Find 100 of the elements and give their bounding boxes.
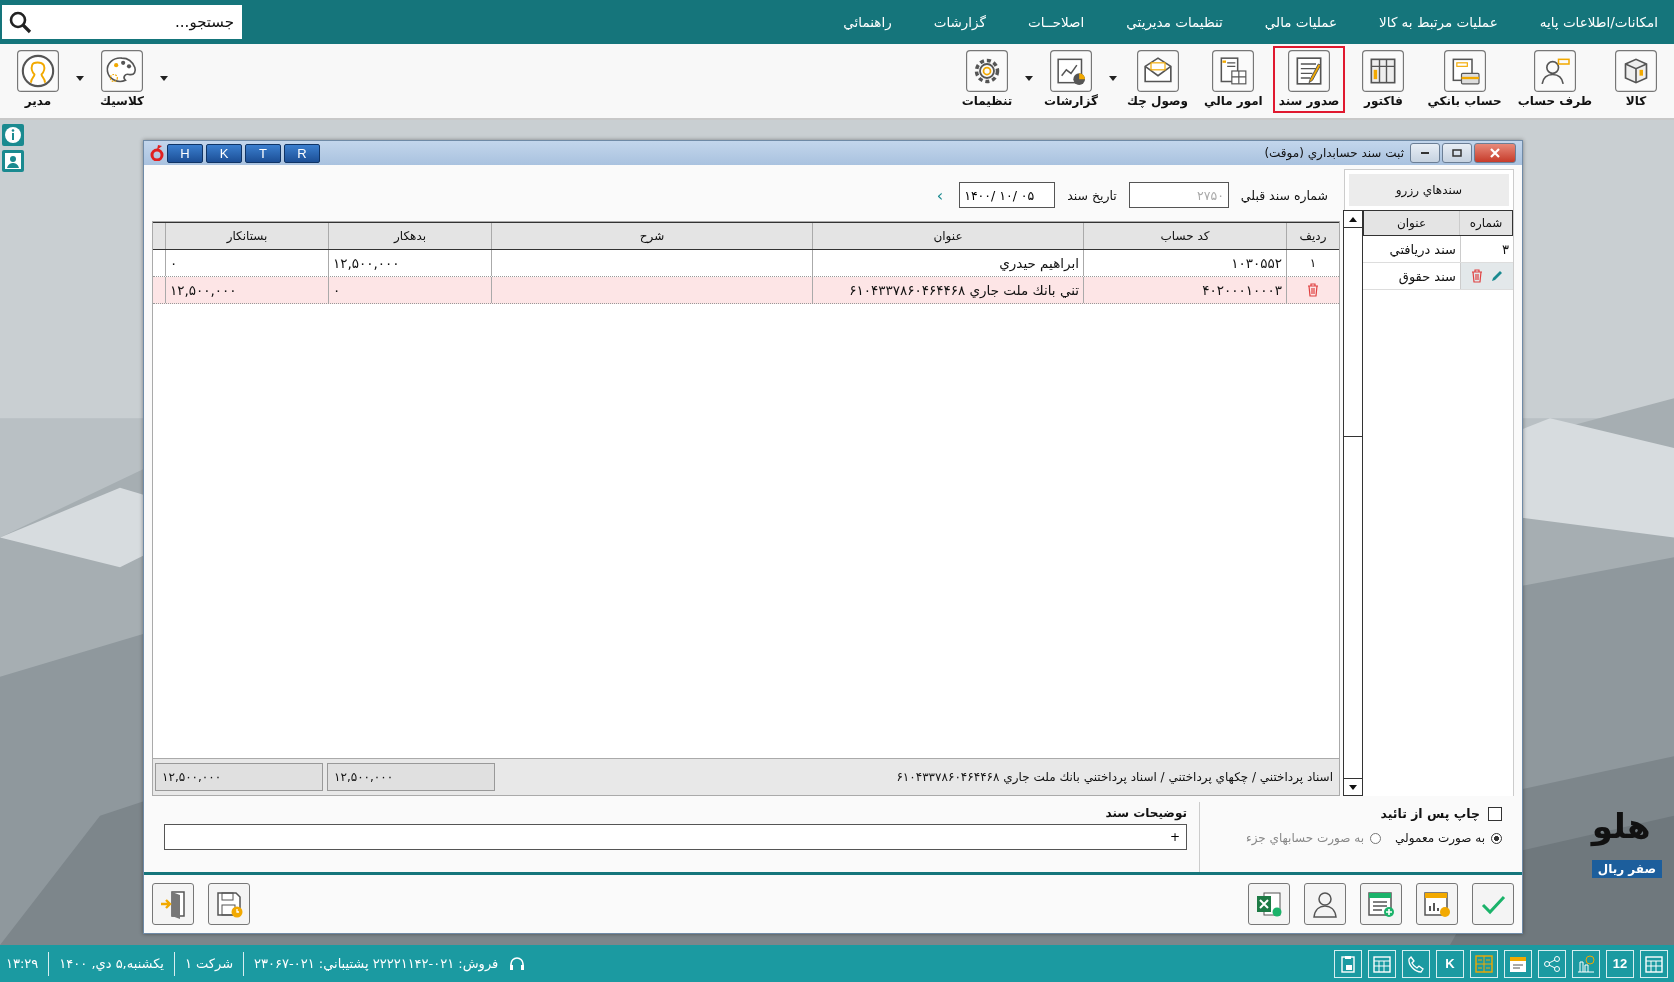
- radio-button[interactable]: [1491, 832, 1502, 844]
- table-cell: ۱۲,۵۰۰,۰۰۰: [328, 250, 491, 276]
- clipboard-icon[interactable]: [1334, 949, 1362, 978]
- toolbar-button[interactable]: كلاسيك: [88, 46, 156, 113]
- date-field[interactable]: ۱۴۰۰/ ۱۰/ ۰۵: [959, 182, 1056, 208]
- column-header[interactable]: بستانكار: [165, 223, 328, 249]
- close-button[interactable]: [1474, 143, 1516, 163]
- calc-icon[interactable]: [1470, 949, 1498, 978]
- toolbar-button[interactable]: تنظيمات: [953, 46, 1021, 113]
- company-name: شرکت ۱: [184, 956, 234, 971]
- toolbar-button[interactable]: مدير: [4, 46, 72, 113]
- maximize-button[interactable]: [1442, 143, 1472, 163]
- headset-icon: [508, 954, 527, 973]
- dropdown-arrow-icon[interactable]: [160, 76, 168, 81]
- toolbar-button[interactable]: فاكتور: [1349, 46, 1418, 113]
- table-cell: ۱: [1286, 250, 1339, 276]
- spreadsheet-export-icon: [1254, 889, 1284, 919]
- app-logo-icon: [150, 145, 164, 161]
- scroll-up-icon[interactable]: [1349, 216, 1357, 222]
- table-cell: ۰: [165, 250, 328, 276]
- list-add-icon: [1366, 889, 1396, 919]
- print-checkbox[interactable]: [1488, 806, 1502, 821]
- field-label: تاريخ سند: [1067, 187, 1117, 203]
- profile-icon[interactable]: [2, 150, 24, 172]
- toolbar-button[interactable]: گزارشات: [1037, 46, 1105, 113]
- grid-icon[interactable]: [1368, 949, 1396, 978]
- report-button[interactable]: [1416, 883, 1458, 925]
- save-draft-button[interactable]: [208, 883, 250, 925]
- column-header[interactable]: شماره: [1459, 211, 1512, 235]
- dropdown-arrow-icon[interactable]: [1109, 76, 1117, 81]
- clock-icon[interactable]: [1572, 949, 1600, 978]
- table-cell: ۰: [328, 277, 491, 303]
- exit-button[interactable]: [152, 883, 194, 925]
- key-button[interactable]: H: [167, 143, 203, 163]
- contact-info: فروش: ۰۲۱-۲۲۲۲۱۱۴۲ پشتيباني: ۰۲۱-۲۳۰۶۷: [254, 956, 499, 971]
- column-header[interactable]: عنوان: [812, 223, 1083, 249]
- column-header[interactable]: شرح: [491, 223, 812, 249]
- toolbar-button[interactable]: وصول چك: [1121, 46, 1194, 113]
- reserved-documents-button[interactable]: سندهاي رزرو: [1349, 174, 1509, 206]
- minimize-button[interactable]: [1410, 143, 1440, 163]
- dropdown-arrow-icon[interactable]: [76, 76, 84, 81]
- menu-item[interactable]: عمليات مرتبط به كالا: [1379, 14, 1498, 30]
- balance-label: صفر ريال: [1591, 860, 1662, 878]
- grid-icon[interactable]: [1640, 949, 1668, 978]
- dropdown-arrow-icon[interactable]: [1025, 76, 1033, 81]
- table-row[interactable]: ۴۰۲۰۰۰۱۰۰۰۳ تني بانك ملت جاري ۶۱۰۴۳۳۷۸۶۰۴۶۴۴۶۸ ۰ ۱۲,۵۰۰,۰۰۰: [153, 277, 1339, 304]
- search-field[interactable]: جستجو...: [2, 5, 242, 39]
- note-icon[interactable]: [1504, 949, 1532, 978]
- edit-icon[interactable]: [1490, 269, 1504, 283]
- toolbar-button[interactable]: صدور سند: [1272, 46, 1346, 113]
- account-path: اسناد پرداختني / چكهاي پرداختني / اسناد پرداختني بانك ملت جاري ۶۱۰۴۳۳۷۸۶۰۴۶۴۴۶۸: [895, 770, 1334, 784]
- scrollbar[interactable]: [1343, 210, 1363, 796]
- checkbox-label: چاپ پس از تائيد: [1380, 806, 1480, 821]
- menu-item[interactable]: عمليات مالي: [1264, 14, 1338, 30]
- key-button[interactable]: K: [206, 143, 242, 163]
- key-button[interactable]: R: [284, 143, 320, 163]
- notes-field[interactable]: +: [164, 824, 1187, 850]
- column-header[interactable]: كد حساب: [1083, 223, 1286, 249]
- brand-logo: هلو: [1591, 806, 1651, 846]
- window-title: ثبت سند حسابداري (موقت): [1264, 146, 1404, 160]
- debit-total-field: ۱۲,۵۰۰,۰۰۰: [327, 763, 495, 791]
- minimize-icon: [1420, 151, 1430, 155]
- menu-item[interactable]: تنظيمات مديريتي: [1126, 14, 1223, 30]
- key-button[interactable]: T: [245, 143, 281, 163]
- palette-icon: [101, 50, 143, 92]
- toolbar-button[interactable]: طرف حساب: [1511, 46, 1598, 113]
- gear-icon: [966, 50, 1008, 92]
- maximize-icon: [1452, 149, 1462, 157]
- account-button[interactable]: [1304, 883, 1346, 925]
- phone-icon[interactable]: [1402, 949, 1430, 978]
- delete-icon[interactable]: [1470, 269, 1484, 283]
- next-button[interactable]: ›: [932, 185, 948, 205]
- column-header[interactable]: رديف: [1286, 223, 1339, 249]
- table-cell: ۴۰۲۰۰۰۱۰۰۰۳: [1083, 277, 1286, 303]
- info-icon[interactable]: [2, 124, 24, 146]
- status-time: ۱۳:۲۹: [6, 956, 39, 971]
- menu-item[interactable]: راهنمائي: [843, 14, 892, 30]
- toolbar-button[interactable]: حساب بانكي: [1421, 46, 1508, 113]
- excel-export-button[interactable]: [1248, 883, 1290, 925]
- scroll-down-icon[interactable]: [1349, 784, 1357, 790]
- radio-button[interactable]: [1370, 832, 1382, 844]
- table-cell: ابراهيم حيدري: [812, 250, 1083, 276]
- toolbar-button[interactable]: امور مالي: [1198, 46, 1269, 113]
- toolbar-button[interactable]: كالا: [1602, 46, 1670, 113]
- table-cell-text: سند حقوق: [1397, 267, 1457, 287]
- menu-item[interactable]: امکانات/اطلاعات پايه: [1539, 14, 1658, 30]
- menu-item[interactable]: گزارشات: [933, 14, 986, 30]
- add-row-button[interactable]: [1360, 883, 1402, 925]
- envelope-icon: [1136, 50, 1179, 92]
- floppy-clock-icon: [214, 889, 244, 919]
- box-icon: [1615, 50, 1657, 92]
- column-header[interactable]: عنوان: [1364, 211, 1459, 235]
- search-icon[interactable]: [8, 10, 32, 34]
- confirm-button[interactable]: [1472, 883, 1514, 925]
- column-header[interactable]: بدهكار: [328, 223, 491, 249]
- field-label: توضيحات سند: [1104, 806, 1187, 820]
- share-icon[interactable]: [1538, 949, 1566, 978]
- delete-icon[interactable]: [1306, 283, 1320, 297]
- table-cell: ۳: [1460, 236, 1513, 262]
- menu-item[interactable]: اصلاحــات: [1027, 14, 1085, 30]
